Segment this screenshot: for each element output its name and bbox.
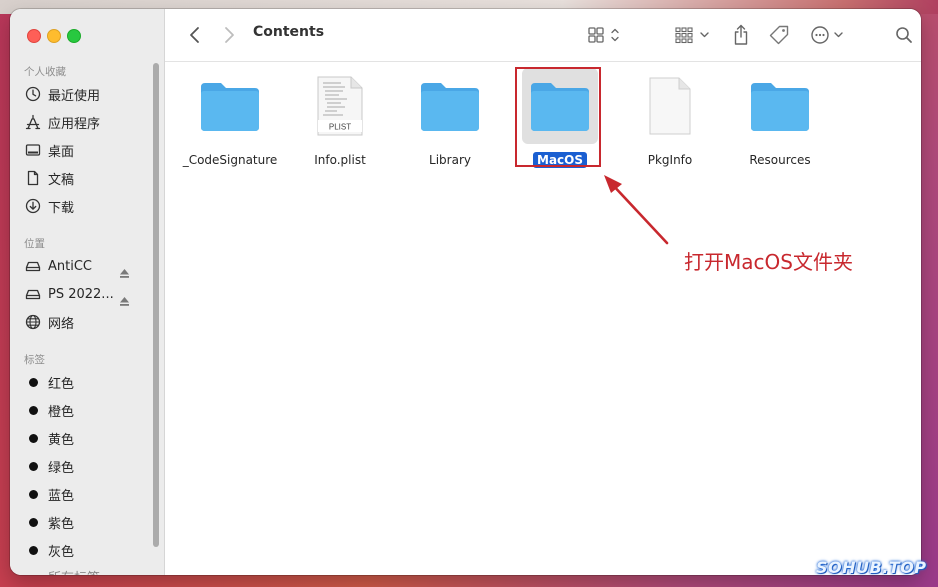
tag-dot-icon: [29, 377, 38, 387]
folder-icon: [742, 68, 818, 144]
sidebar-item-downloads[interactable]: 下载: [24, 195, 144, 217]
tag-dot-icon: [29, 572, 38, 576]
search-icon: [896, 27, 912, 43]
icon-view-grid-icon: [588, 27, 619, 43]
annotation-highlight-box: [515, 67, 601, 167]
ellipsis-circle-icon: [811, 26, 843, 44]
drive-icon: [24, 285, 42, 303]
sidebar-item-label: 所有标签...: [48, 567, 112, 576]
sidebar-item-label: 桌面: [48, 144, 75, 160]
file-name: Resources: [749, 153, 811, 167]
file-item-codesignature[interactable]: _CodeSignature: [175, 68, 285, 168]
sidebar-item-label: 网络: [48, 316, 75, 332]
eject-icon[interactable]: [119, 268, 130, 279]
sidebar-item-label: 黄色: [48, 432, 75, 448]
sidebar-item-label: 绿色: [48, 460, 75, 476]
document-icon: [24, 169, 42, 187]
folder-icon: [192, 68, 268, 144]
tag-icon: [769, 25, 789, 45]
clock-icon: [24, 85, 42, 103]
view-mode-button[interactable]: [585, 23, 625, 47]
locations-section-title: 位置: [24, 238, 45, 250]
document-file-icon: [632, 68, 708, 144]
tag-dot-icon: [29, 517, 38, 527]
sidebar: 个人收藏 最近使用 应用程序 桌面 文稿 下载 位置 AntiCC PS 202…: [10, 9, 165, 575]
sidebar-item-label: 紫色: [48, 516, 75, 532]
sidebar-tag-all[interactable]: 所有标签...: [24, 565, 144, 576]
tag-dot-icon: [29, 405, 38, 415]
chevron-right-icon: [225, 27, 234, 43]
plist-file-icon: PLIST: [302, 68, 378, 144]
annotation-text: 打开MacOS文件夹: [684, 250, 853, 274]
sidebar-item-label: PS 2022...: [48, 286, 114, 302]
back-button[interactable]: [185, 23, 205, 47]
sidebar-tag-purple[interactable]: 紫色: [24, 511, 144, 533]
sidebar-tag-green[interactable]: 绿色: [24, 455, 144, 477]
sidebar-tag-gray[interactable]: 灰色: [24, 539, 144, 561]
forward-button[interactable]: [219, 23, 239, 47]
sidebar-item-network[interactable]: 网络: [24, 311, 144, 333]
sidebar-tag-yellow[interactable]: 黄色: [24, 427, 144, 449]
file-item-library[interactable]: Library: [395, 68, 505, 168]
share-button[interactable]: [729, 23, 753, 47]
group-button[interactable]: [673, 23, 713, 47]
sidebar-item-documents[interactable]: 文稿: [24, 167, 144, 189]
network-icon: [24, 313, 42, 331]
tags-section-title: 标签: [24, 354, 45, 366]
toolbar: Contents: [165, 9, 921, 62]
file-name: _CodeSignature: [182, 153, 278, 167]
more-actions-button[interactable]: [809, 23, 847, 47]
minimize-button[interactable]: [47, 29, 61, 43]
sidebar-tag-blue[interactable]: 蓝色: [24, 483, 144, 505]
sidebar-item-desktop[interactable]: 桌面: [24, 139, 144, 161]
sidebar-item-label: 最近使用: [48, 88, 101, 104]
tag-dot-icon: [29, 545, 38, 555]
sidebar-item-applications[interactable]: 应用程序: [24, 111, 144, 133]
sidebar-item-label: 红色: [48, 376, 75, 392]
download-icon: [24, 197, 42, 215]
folder-icon: [412, 68, 488, 144]
sidebar-scrollbar[interactable]: [153, 63, 159, 547]
sidebar-item-recents[interactable]: 最近使用: [24, 83, 144, 105]
sidebar-item-label: 灰色: [48, 544, 75, 560]
sidebar-item-label: 蓝色: [48, 488, 75, 504]
window-title: Contents: [253, 24, 325, 40]
sidebar-item-label: 橙色: [48, 404, 75, 420]
applications-icon: [24, 113, 42, 131]
close-button[interactable]: [27, 29, 41, 43]
tag-dot-icon: [29, 461, 38, 471]
sidebar-item-label: 下载: [48, 200, 75, 216]
tag-button[interactable]: [767, 23, 791, 47]
drive-icon: [24, 257, 42, 275]
sidebar-item-label: AntiCC: [48, 258, 92, 274]
file-name: PkgInfo: [647, 153, 693, 167]
file-item-info-plist[interactable]: PLIST Info.plist: [285, 68, 395, 168]
sidebar-tag-red[interactable]: 红色: [24, 371, 144, 393]
search-button[interactable]: [893, 23, 915, 47]
share-icon: [734, 24, 748, 45]
file-name: Library: [429, 153, 471, 167]
chevron-left-icon: [190, 27, 199, 43]
tag-dot-icon: [29, 489, 38, 499]
eject-icon[interactable]: [119, 296, 130, 307]
desktop-icon: [24, 141, 42, 159]
file-item-pkginfo[interactable]: PkgInfo: [615, 68, 725, 168]
group-grid-icon: [675, 27, 709, 44]
sidebar-item-label: 应用程序: [48, 116, 101, 132]
sidebar-item-label: 文稿: [48, 172, 75, 188]
annotation-arrow-icon: [604, 175, 669, 245]
favorites-section-title: 个人收藏: [24, 66, 66, 78]
plist-badge: PLIST: [329, 123, 351, 132]
tag-dot-icon: [29, 433, 38, 443]
watermark: SOHUB.TOP: [816, 558, 927, 577]
finder-window: 个人收藏 最近使用 应用程序 桌面 文稿 下载 位置 AntiCC PS 202…: [10, 9, 921, 575]
file-item-resources[interactable]: Resources: [725, 68, 835, 168]
zoom-button[interactable]: [67, 29, 81, 43]
file-name: Info.plist: [314, 153, 366, 167]
sidebar-tag-orange[interactable]: 橙色: [24, 399, 144, 421]
